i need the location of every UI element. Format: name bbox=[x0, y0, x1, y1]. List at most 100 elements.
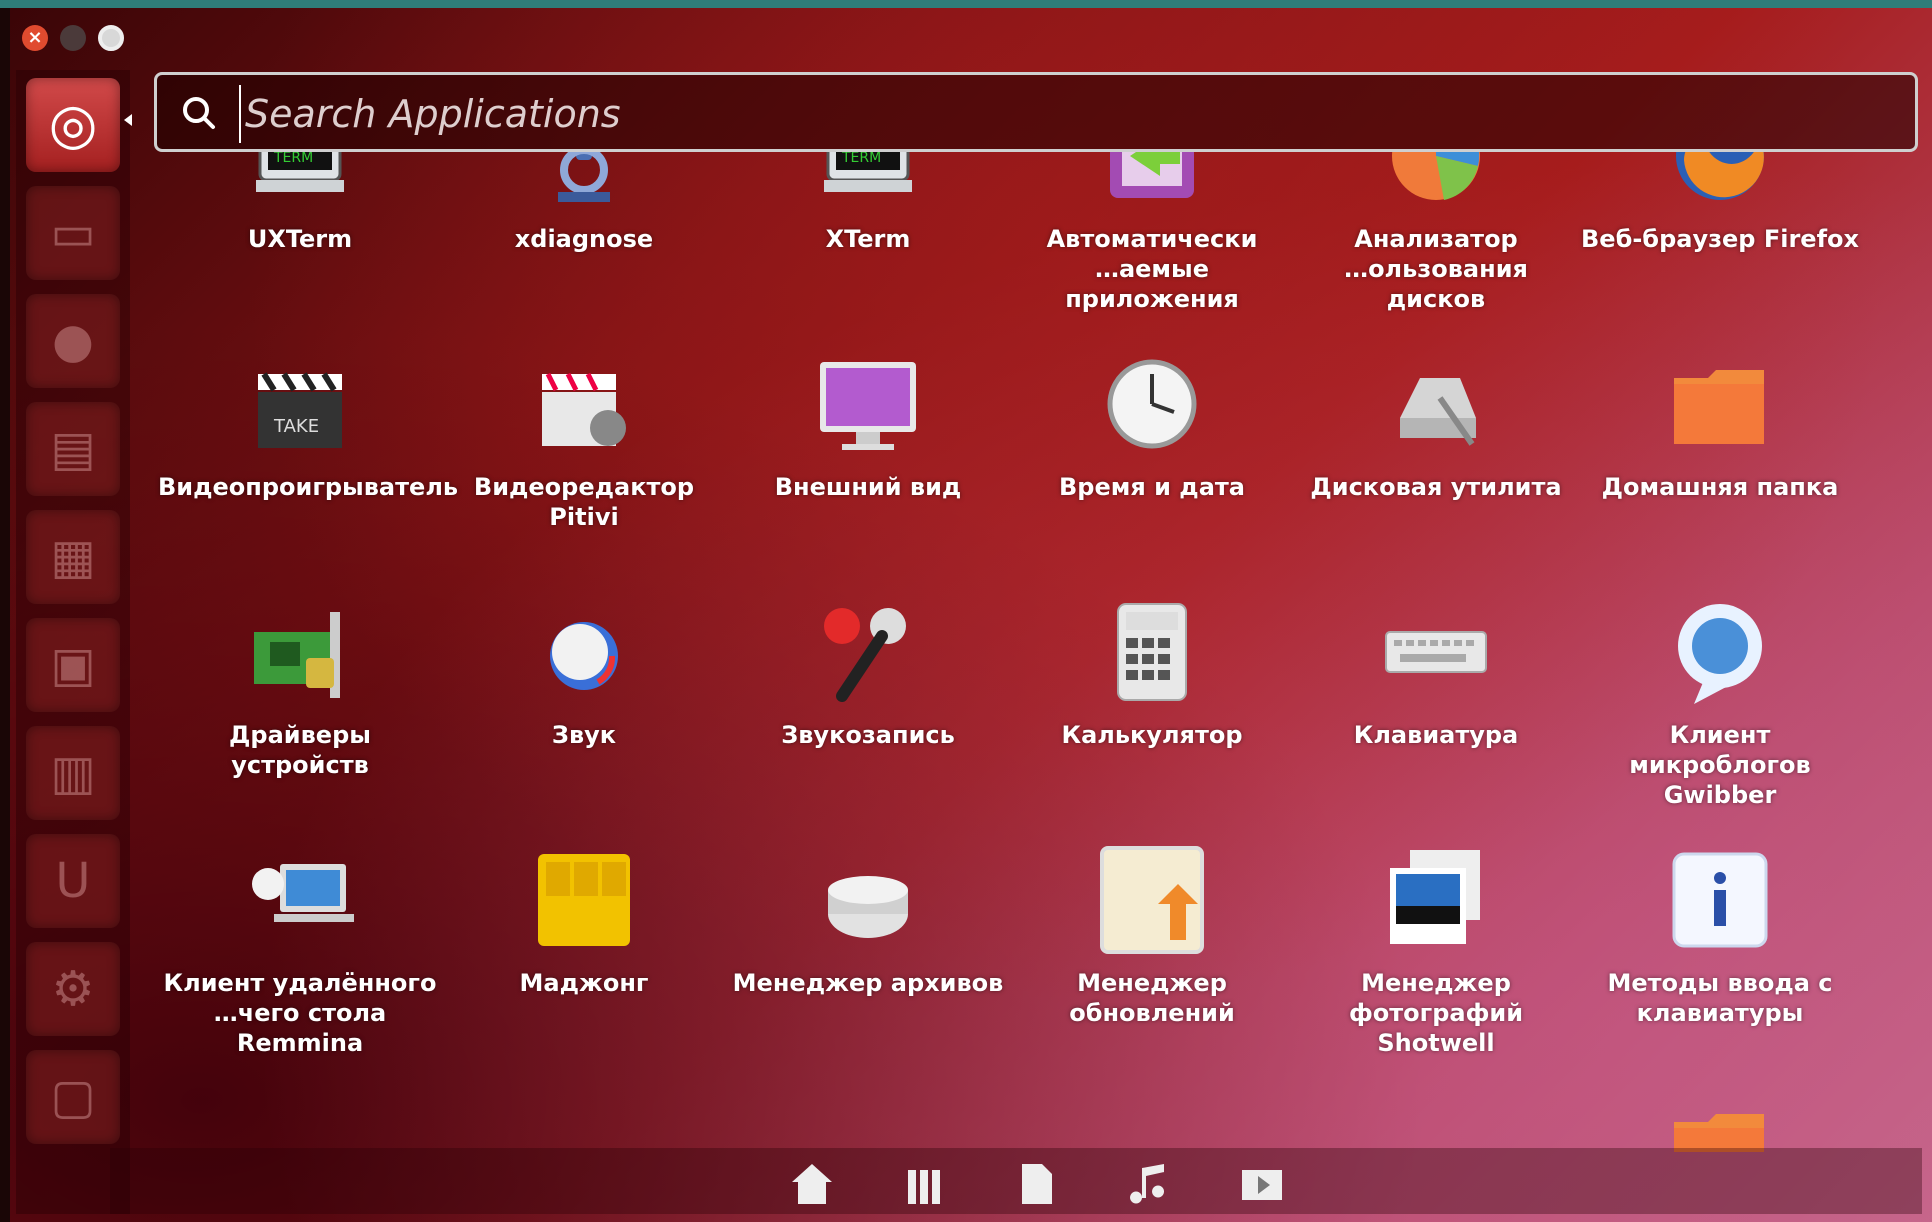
app-tile[interactable]: Менеджер архивов bbox=[726, 844, 1010, 1084]
app-label: Менеджер архивов bbox=[732, 969, 1004, 997]
app-tile[interactable]: Клавиатура bbox=[1294, 596, 1578, 836]
video-editor-icon bbox=[528, 348, 640, 460]
app-tile[interactable]: xdiagnose bbox=[442, 152, 726, 340]
app-tile[interactable]: Менеджер обновлений bbox=[1010, 844, 1294, 1084]
impress-icon: ▣ bbox=[50, 637, 96, 693]
files-icon: ▭ bbox=[50, 205, 96, 261]
files-lens-icon[interactable] bbox=[1012, 1160, 1060, 1208]
app-label: Калькулятор bbox=[1061, 721, 1243, 749]
app-tile[interactable]: Клиент удалённого …чего стола Remmina bbox=[158, 844, 442, 1084]
dash-icon: ◎ bbox=[48, 92, 98, 157]
app-tile[interactable]: Видеоредактор Pitivi bbox=[442, 348, 726, 588]
driver-card-icon bbox=[244, 596, 356, 708]
launcher-item-files[interactable]: ▭ bbox=[26, 186, 120, 280]
search-input[interactable] bbox=[239, 85, 1887, 143]
app-tile[interactable]: Звук bbox=[442, 596, 726, 836]
app-icon bbox=[244, 1092, 356, 1152]
app-label: Видеоредактор Pitivi bbox=[473, 473, 695, 531]
archive-icon bbox=[812, 844, 924, 956]
firefox-icon bbox=[1664, 152, 1776, 212]
app-icon bbox=[812, 1092, 924, 1152]
launcher-item-dash[interactable]: ◎ bbox=[26, 78, 120, 172]
calc-icon: ▦ bbox=[50, 529, 96, 585]
firefox-icon: ● bbox=[52, 313, 94, 369]
app-tile[interactable]: Веб-браузер Firefox bbox=[1578, 152, 1862, 340]
app-label: Автоматически …аемые приложения bbox=[1046, 225, 1258, 313]
app-label: Драйверы устройств bbox=[229, 721, 371, 779]
app-tile[interactable]: Дисковая утилита bbox=[1294, 348, 1578, 588]
keyboard-icon bbox=[1380, 596, 1492, 708]
app-label: Маджонг bbox=[519, 969, 649, 997]
folder-icon bbox=[1664, 1092, 1776, 1152]
close-button[interactable]: × bbox=[22, 25, 48, 51]
app-tile[interactable]: Звукозапись bbox=[726, 596, 1010, 836]
microphone-icon bbox=[812, 596, 924, 708]
mahjong-icon bbox=[528, 844, 640, 956]
clock-icon bbox=[1096, 348, 1208, 460]
launcher-item-writer[interactable]: ▤ bbox=[26, 402, 120, 496]
launcher-item-settings[interactable]: ⚙ bbox=[26, 942, 120, 1036]
launcher-item-firefox[interactable]: ● bbox=[26, 294, 120, 388]
pie-chart-icon bbox=[1380, 152, 1492, 212]
app-tile[interactable] bbox=[726, 1092, 1010, 1152]
app-tile[interactable] bbox=[442, 1092, 726, 1152]
app-tile[interactable]: XTERM UXTerm bbox=[158, 152, 442, 340]
app-tile[interactable]: XTERM XTerm bbox=[726, 152, 1010, 340]
app-label: Звук bbox=[551, 721, 617, 749]
app-label: Клавиатура bbox=[1353, 721, 1519, 749]
app-tile[interactable]: TAKE Видеопроигрыватель bbox=[158, 348, 459, 588]
minimize-button[interactable] bbox=[60, 25, 86, 51]
terminal-icon: XTERM bbox=[244, 152, 356, 212]
applications-grid: XTERM UXTerm xdiagnose XTERM XTerm Автоматиче… bbox=[154, 152, 1918, 1152]
maximize-button[interactable] bbox=[98, 25, 124, 51]
app-tile[interactable]: Автоматически …аемые приложения bbox=[1010, 152, 1294, 340]
app-label: Клиент удалённого …чего стола Remmina bbox=[163, 969, 437, 1057]
app-label: Дисковая утилита bbox=[1310, 473, 1562, 501]
software-center-icon: ▥ bbox=[50, 745, 96, 801]
app-label: Время и дата bbox=[1059, 473, 1245, 501]
launcher-item-software-center[interactable]: ▥ bbox=[26, 726, 120, 820]
clapperboard-icon: TAKE bbox=[244, 348, 356, 460]
app-label: Веб-браузер Firefox bbox=[1581, 225, 1859, 253]
home-lens-icon[interactable] bbox=[788, 1160, 836, 1208]
svg-text:TERM: TERM bbox=[273, 152, 313, 166]
ubuntu-one-icon: U bbox=[55, 853, 91, 909]
app-tile[interactable] bbox=[1578, 1092, 1862, 1152]
app-tile[interactable]: Драйверы устройств bbox=[158, 596, 442, 836]
app-tile[interactable]: Менеджер фотографий Shotwell bbox=[1294, 844, 1578, 1084]
app-tile[interactable]: Внешний вид bbox=[726, 348, 1010, 588]
app-label: Менеджер фотографий Shotwell bbox=[1348, 969, 1524, 1057]
applications-lens-icon[interactable] bbox=[900, 1160, 948, 1208]
workspace-icon: ▢ bbox=[50, 1069, 96, 1125]
app-label: XTerm bbox=[825, 225, 911, 253]
app-label: UXTerm bbox=[247, 225, 353, 253]
writer-icon: ▤ bbox=[50, 421, 96, 477]
video-lens-icon[interactable] bbox=[1238, 1160, 1286, 1208]
app-tile[interactable]: Маджонг bbox=[442, 844, 726, 1084]
search-bar[interactable] bbox=[154, 72, 1918, 152]
app-tile[interactable]: Время и дата bbox=[1010, 348, 1294, 588]
speech-bubble-icon bbox=[1664, 596, 1776, 708]
app-tile[interactable]: Анализатор …ользования дисков bbox=[1294, 152, 1578, 340]
photos-icon bbox=[1380, 844, 1492, 956]
launcher-item-impress[interactable]: ▣ bbox=[26, 618, 120, 712]
music-lens-icon[interactable] bbox=[1124, 1160, 1172, 1208]
launcher-item-workspace[interactable]: ▢ bbox=[26, 1050, 120, 1144]
app-tile[interactable] bbox=[1294, 1092, 1578, 1152]
launcher-item-ubuntu-one[interactable]: U bbox=[26, 834, 120, 928]
app-tile[interactable]: Клиент микроблогов Gwibber bbox=[1578, 596, 1862, 836]
app-icon bbox=[1380, 1092, 1492, 1152]
app-tile[interactable] bbox=[1010, 1092, 1294, 1152]
app-tile[interactable]: Методы ввода с клавиатуры bbox=[1578, 844, 1862, 1084]
app-tile[interactable]: Домашняя папка bbox=[1578, 348, 1862, 588]
app-label: Клиент микроблогов Gwibber bbox=[1629, 721, 1811, 809]
app-tile[interactable] bbox=[158, 1092, 442, 1152]
settings-icon: ⚙ bbox=[51, 961, 95, 1017]
disk-utility-icon bbox=[1380, 348, 1492, 460]
launcher-item-calc[interactable]: ▦ bbox=[26, 510, 120, 604]
app-icon bbox=[528, 1092, 640, 1152]
app-label: Домашняя папка bbox=[1601, 473, 1839, 501]
app-tile[interactable]: Калькулятор bbox=[1010, 596, 1294, 836]
app-label: Видеопроигрыватель bbox=[158, 473, 459, 501]
app-label: Методы ввода с клавиатуры bbox=[1607, 969, 1833, 1027]
